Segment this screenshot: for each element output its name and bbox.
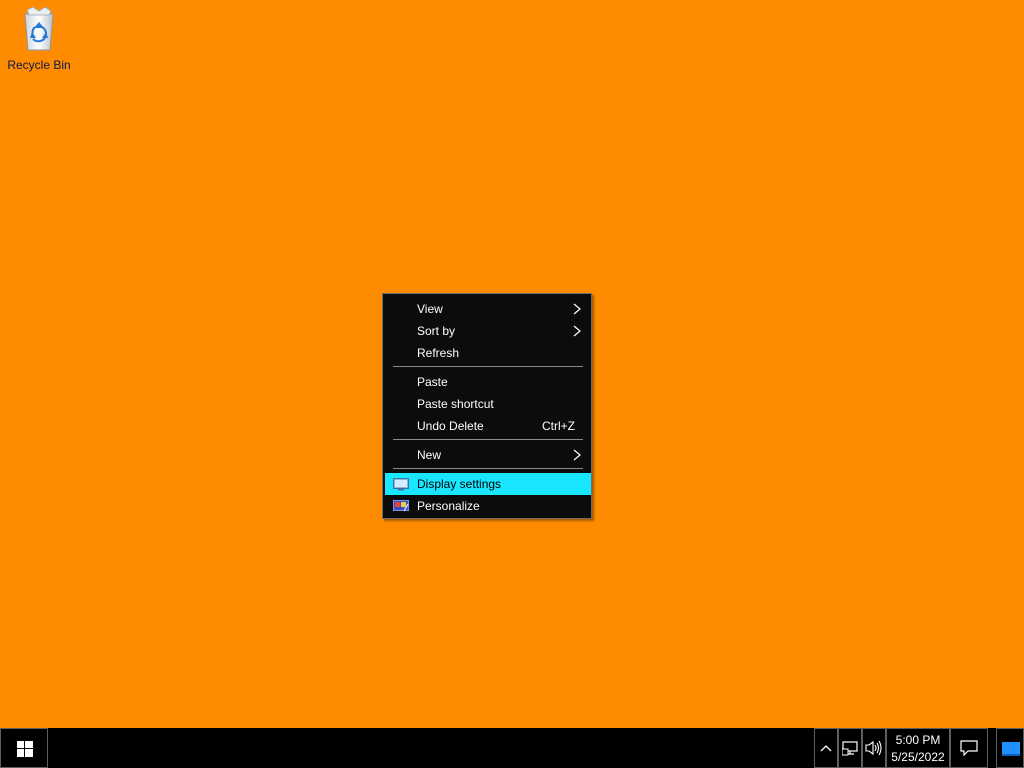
menu-item-shortcut: Ctrl+Z (542, 419, 575, 433)
menu-item-paste[interactable]: Paste (385, 371, 591, 393)
menu-separator (393, 366, 583, 367)
volume-icon (865, 740, 882, 756)
menu-separator (393, 468, 583, 469)
desktop-context-menu: View Sort by Refresh Paste Paste shortcu… (382, 293, 592, 519)
menu-item-personalize[interactable]: Personalize (385, 495, 591, 517)
menu-item-label: Refresh (417, 346, 460, 360)
action-center-button[interactable] (950, 728, 988, 768)
menu-item-label: Paste (417, 375, 448, 389)
windows-logo-icon (17, 741, 33, 757)
menu-item-display-settings[interactable]: Display settings (385, 473, 591, 495)
submenu-arrow-icon (573, 449, 581, 461)
start-button[interactable] (0, 728, 48, 768)
menu-item-paste-shortcut[interactable]: Paste shortcut (385, 393, 591, 415)
menu-item-new[interactable]: New (385, 444, 591, 466)
menu-item-label: Sort by (417, 324, 456, 338)
volume-button[interactable] (862, 728, 886, 768)
recycle-bin-label: Recycle Bin (7, 58, 71, 72)
submenu-arrow-icon (573, 303, 581, 315)
show-hidden-icons-button[interactable] (814, 728, 838, 768)
menu-item-label: Display settings (417, 477, 502, 491)
menu-item-view[interactable]: View (385, 298, 591, 320)
recycle-bin-shortcut[interactable]: Recycle Bin (4, 4, 74, 76)
menu-item-label: Personalize (417, 499, 480, 513)
menu-separator (393, 439, 583, 440)
menu-item-label: Undo Delete (417, 419, 484, 433)
action-center-icon (960, 740, 978, 756)
taskbar-clock[interactable]: 5:00 PM 5/25/2022 (886, 728, 950, 768)
recycle-bin-icon (19, 6, 59, 52)
menu-item-sort-by[interactable]: Sort by (385, 320, 591, 342)
submenu-arrow-icon (573, 325, 581, 337)
show-desktop-button[interactable] (996, 728, 1024, 768)
menu-item-label: New (417, 448, 442, 462)
menu-item-undo-delete[interactable]: Undo Delete Ctrl+Z (385, 415, 591, 437)
show-desktop-icon (1002, 742, 1020, 756)
display-settings-icon (393, 478, 409, 491)
clock-time: 5:00 PM (895, 733, 941, 747)
menu-item-label: View (417, 302, 443, 316)
menu-item-label: Paste shortcut (417, 397, 494, 411)
clock-date: 5/25/2022 (891, 750, 945, 764)
network-button[interactable] (838, 728, 862, 768)
desktop[interactable]: Recycle Bin View Sort by Refresh Paste P… (0, 0, 1024, 728)
taskbar: 5:00 PM 5/25/2022 (0, 728, 1024, 768)
menu-item-refresh[interactable]: Refresh (385, 342, 591, 364)
chevron-up-icon (820, 745, 832, 752)
network-icon (842, 741, 858, 756)
personalize-icon (393, 500, 409, 512)
